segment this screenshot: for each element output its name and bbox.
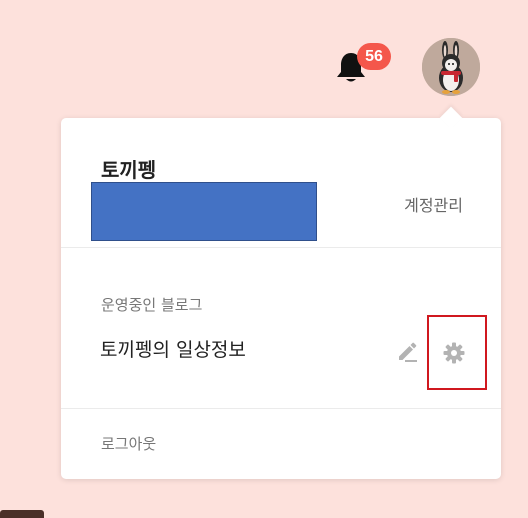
profile-section: 토끼펭 계정관리	[61, 118, 501, 248]
username: 토끼펭	[101, 158, 157, 182]
notification-count-badge: 56	[357, 43, 391, 70]
account-dropdown-menu: 토끼펭 계정관리 운영중인 블로그 토끼펭의 일상정보 로그아웃	[61, 106, 501, 479]
account-management-link[interactable]: 계정관리	[404, 192, 463, 216]
blog-name-link[interactable]: 토끼펭의 일상정보	[100, 335, 246, 362]
rabbit-avatar-icon	[422, 38, 480, 96]
logout-link[interactable]: 로그아웃	[101, 433, 156, 454]
redacted-email-block	[91, 182, 317, 241]
partial-thumbnail	[0, 510, 44, 518]
avatar[interactable]	[422, 38, 480, 96]
blogs-heading: 운영중인 블로그	[101, 296, 203, 314]
pencil-icon	[399, 342, 417, 362]
gear-icon	[443, 342, 465, 364]
edit-blog-button[interactable]	[396, 339, 420, 363]
blog-settings-button[interactable]	[427, 315, 487, 390]
